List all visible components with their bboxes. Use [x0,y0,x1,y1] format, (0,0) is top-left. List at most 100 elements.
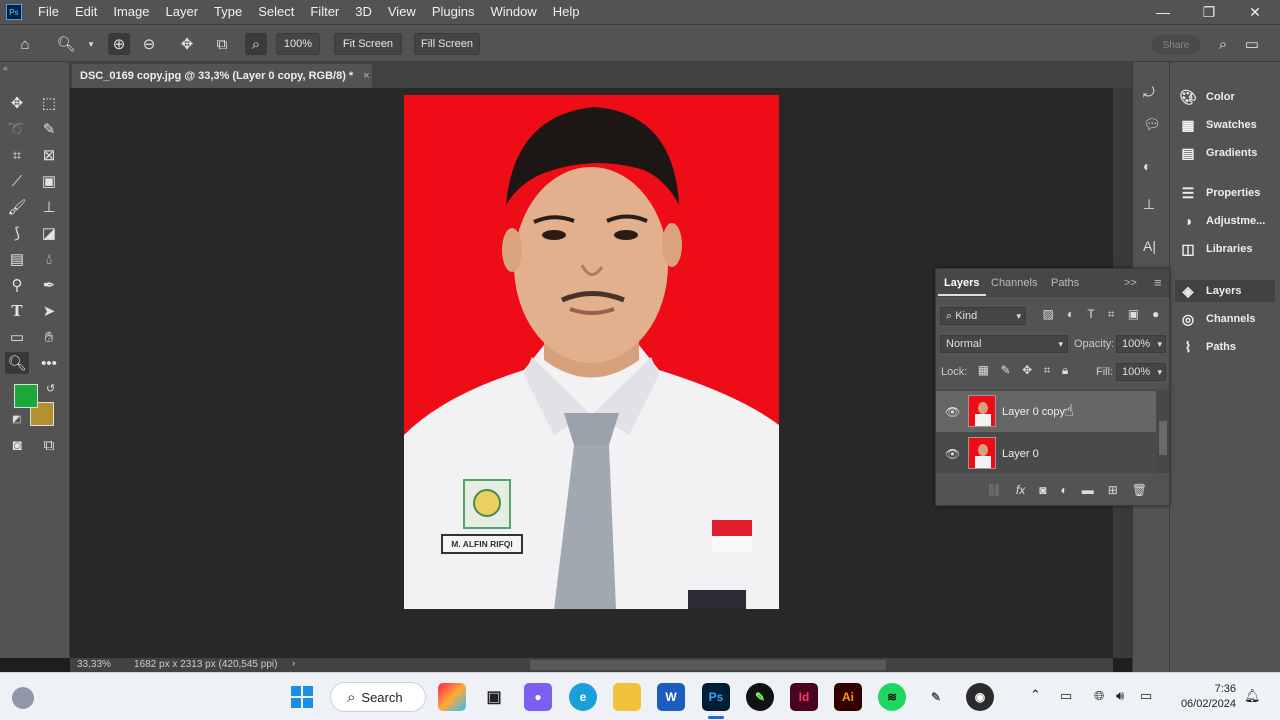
clone-source-icon[interactable]: ⊥ [1143,196,1155,213]
type-tool-icon[interactable]: T [5,300,29,322]
path-selection-tool-icon[interactable]: ➤ [37,300,61,322]
character-icon[interactable]: A| [1143,238,1156,254]
scrubby-zoom-icon[interactable]: ⌕ [245,33,267,55]
filter-pixel-icon[interactable]: ▨ [1043,307,1054,325]
taskbar-search[interactable]: ⌕ Search [330,682,426,712]
menu-edit[interactable]: Edit [67,0,105,24]
quick-mask-icon[interactable]: ◙ [5,434,29,456]
tab-paths[interactable]: Paths [1051,269,1079,297]
new-group-icon[interactable]: ▬ [1082,483,1094,497]
new-layer-icon[interactable]: ⊞ [1108,483,1118,497]
menu-window[interactable]: Window [482,0,544,24]
dock-color[interactable]: 🎨︎ Color [1178,86,1235,108]
move-tool-icon[interactable]: ✥ [5,92,29,114]
delete-layer-icon[interactable]: 🗑︎ [1132,483,1147,497]
opacity-field[interactable]: 100% ▾ [1116,335,1166,353]
home-icon[interactable]: ⌂ [14,33,36,55]
blur-tool-icon[interactable]: 💧︎ [37,248,61,270]
fx-icon[interactable]: fx [1016,483,1025,497]
menu-file[interactable]: File [30,0,67,24]
menu-help[interactable]: Help [545,0,588,24]
gradient-tool-icon[interactable]: ▤ [5,248,29,270]
weather-widget-icon[interactable] [12,687,34,709]
menu-filter[interactable]: Filter [302,0,347,24]
tray-app-icon[interactable]: ▭ [1060,688,1072,704]
dodge-tool-icon[interactable]: ⚲ [5,274,29,296]
dock-layers[interactable]: ◈ Layers [1175,280,1275,302]
lock-artboard-icon[interactable]: ⌗ [1044,363,1051,381]
menu-type[interactable]: Type [206,0,250,24]
comments-icon[interactable]: 💬︎ [1143,116,1161,133]
screen-mode-icon[interactable]: ⧉ [37,434,61,456]
clock[interactable]: 7:36 06/02/2024 [1170,682,1236,712]
lock-transparent-icon[interactable]: ▦ [978,363,989,381]
document-canvas-image[interactable]: M. ALFIN RIFQI [404,95,779,609]
coreldraw-icon[interactable]: ✎ [746,683,774,711]
edge-icon[interactable]: e [569,683,597,711]
actions-icon[interactable]: ◐ [1143,158,1151,174]
collapse-icon[interactable]: « [3,63,8,73]
teams-icon[interactable]: ● [524,683,552,711]
layer-row[interactable]: 👁︎ Layer 0 [936,433,1156,474]
dock-swatches[interactable]: ▦ Swatches [1178,114,1256,136]
layer-name[interactable]: Layer 0 copy [1002,406,1065,418]
zoom-100-button[interactable]: 100% [276,33,320,55]
lock-position-icon[interactable]: ✥ [1022,363,1032,381]
zoom-tool-icon[interactable]: 🔍︎ [5,352,29,374]
task-view-icon[interactable]: ▣ [480,683,508,711]
lock-all-icon[interactable]: 🔒︎ [1062,363,1068,381]
resize-windows-icon[interactable]: ✥ [176,33,198,55]
rectangle-tool-icon[interactable]: ▭ [5,326,29,348]
panel-menu-icon[interactable]: ≡ [1154,269,1162,297]
search-icon[interactable]: ⌕ [1212,33,1234,55]
zoom-out-icon[interactable]: ⊖ [138,33,160,55]
menu-plugins[interactable]: Plugins [424,0,483,24]
photoshop-taskbar-icon[interactable]: Ps [702,683,730,711]
dock-properties[interactable]: ☰ Properties [1178,182,1261,204]
status-arrow-icon[interactable]: › [292,658,295,669]
chevron-down-icon[interactable]: ▾ [80,33,102,55]
tab-layers[interactable]: Layers [944,269,979,297]
menu-3d[interactable]: 3D [347,0,380,24]
crop-tool-icon[interactable]: ⌗ [5,144,29,166]
fit-screen-button[interactable]: Fit Screen [334,33,402,55]
marquee-tool-icon[interactable]: ⬚ [37,92,61,114]
workspace-icon[interactable]: ▭ [1241,33,1263,55]
menu-layer[interactable]: Layer [158,0,207,24]
blend-mode-select[interactable]: Normal ▾ [940,335,1068,353]
dock-adjustments[interactable]: ◑ Adjustme... [1178,210,1266,232]
foreground-color-swatch[interactable] [14,384,38,408]
zoom-level-readout[interactable]: 33,33% [77,659,111,670]
patch-tool-icon[interactable]: ▣ [37,170,61,192]
indesign-icon[interactable]: Id [790,683,818,711]
restore-button[interactable]: ❐ [1186,0,1232,24]
battery-icon[interactable]: ▭ [1140,688,1152,704]
filter-shape-icon[interactable]: ⌗ [1108,307,1115,325]
dock-channels[interactable]: ◎ Channels [1178,308,1256,330]
notifications-icon[interactable]: 🔔︎ [1244,688,1261,704]
eye-icon[interactable]: 👁︎ [945,447,960,461]
history-icon[interactable]: ⤾ [1143,84,1155,101]
filter-smart-object-icon[interactable]: ▣ [1128,307,1139,325]
frame-tool-icon[interactable]: ⊠ [37,144,61,166]
close-tab-icon[interactable]: × [363,70,369,82]
horizontal-scrollbar-thumb[interactable] [530,660,886,670]
lasso-tool-icon[interactable]: ➰ [5,118,29,140]
brush-tool-icon[interactable]: 🖌︎ [5,196,29,218]
pen-tool-icon[interactable]: ✒︎ [37,274,61,296]
swap-colors-icon[interactable]: ↺ [46,382,55,395]
default-colors-icon[interactable]: ◩ [12,414,21,425]
minimize-button[interactable]: — [1140,0,1186,24]
obs-icon[interactable]: ◉ [966,683,994,711]
layer-name[interactable]: Layer 0 [1002,448,1039,460]
file-explorer-icon[interactable] [613,683,641,711]
tray-chevron-icon[interactable]: ⌃ [1030,687,1041,703]
layers-scrollbar[interactable] [1157,391,1169,473]
eye-icon[interactable]: 👁︎ [945,405,960,419]
illustrator-icon[interactable]: Ai [834,683,862,711]
filter-toggle-icon[interactable]: ● [1152,307,1159,325]
language-icon[interactable]: 🌐︎ [1094,688,1104,704]
add-mask-icon[interactable]: ◙ [1039,483,1046,497]
menu-view[interactable]: View [380,0,424,24]
menu-image[interactable]: Image [105,0,157,24]
